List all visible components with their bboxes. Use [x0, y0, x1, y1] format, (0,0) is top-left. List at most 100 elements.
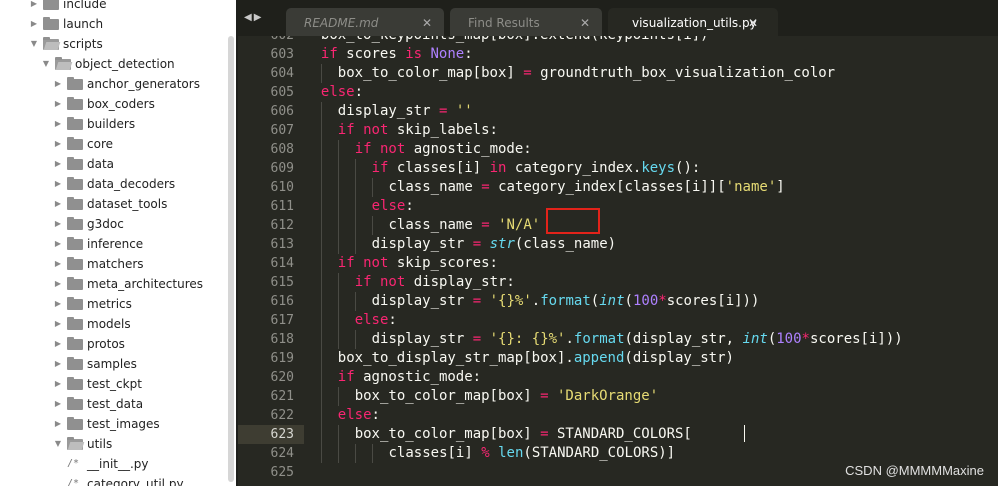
tree-folder-item[interactable]: ▼ utils	[0, 434, 228, 454]
code-line[interactable]: box_to_color_map[box] = 'DarkOrange'	[355, 387, 658, 406]
chevron-right-icon[interactable]: ▶	[53, 334, 63, 354]
tree-folder-item[interactable]: ▶ launch	[0, 14, 228, 34]
indent-guide	[354, 197, 356, 216]
tree-folder-item[interactable]: ▶ protos	[0, 334, 228, 354]
tree-folder-item[interactable]: ▶ core	[0, 134, 228, 154]
tree-folder-item[interactable]: ▶ dataset_tools	[0, 194, 228, 214]
sidebar-scrollbar[interactable]	[228, 36, 234, 482]
tree-folder-item[interactable]: ▶ g3doc	[0, 214, 228, 234]
tree-folder-item[interactable]: ▶ data	[0, 154, 228, 174]
tree-folder-item[interactable]: ▼ scripts	[0, 34, 228, 54]
indent-guide	[320, 330, 322, 349]
code-line[interactable]: if not agnostic_mode:	[355, 140, 532, 159]
chevron-right-icon[interactable]: ▶	[53, 214, 63, 234]
code-line[interactable]: else:	[338, 406, 380, 425]
chevron-right-icon[interactable]: ▶	[53, 394, 63, 414]
code-token: 'name'	[725, 179, 777, 195]
chevron-right-icon[interactable]: ▶	[29, 14, 39, 34]
tab-nav-arrows[interactable]: ◀▶	[244, 12, 263, 23]
chevron-down-icon[interactable]: ▼	[53, 434, 63, 454]
tree-item-label: utils	[87, 437, 113, 451]
code-line[interactable]: class_name = category_index[classes[i]][…	[389, 178, 785, 197]
code-token: :	[464, 46, 473, 62]
chevron-right-icon[interactable]: ▶	[53, 294, 63, 314]
chevron-right-icon[interactable]: ▶	[29, 0, 39, 14]
indent-guide	[337, 197, 339, 216]
code-token: =	[472, 293, 482, 309]
code-token: (	[590, 293, 600, 309]
tree-folder-item[interactable]: ▶ test_ckpt	[0, 374, 228, 394]
chevron-right-icon[interactable]: ▶	[53, 194, 63, 214]
tree-file-item[interactable]: /* __init__.py	[0, 454, 228, 474]
code-token: scores[i]))	[666, 293, 760, 309]
tree-folder-item[interactable]: ▶ samples	[0, 354, 228, 374]
tree-folder-item[interactable]: ▶ models	[0, 314, 228, 334]
tree-folder-item[interactable]: ▶ data_decoders	[0, 174, 228, 194]
code-line[interactable]: else:	[321, 83, 363, 102]
tab-prev-icon[interactable]: ◀	[244, 12, 254, 23]
code-line[interactable]: box_to_color_map[box] = groundtruth_box_…	[338, 64, 835, 83]
code-token: (display_str)	[624, 350, 734, 366]
code-line[interactable]: if classes[i] in category_index.keys():	[372, 159, 701, 178]
tab-next-icon[interactable]: ▶	[254, 12, 264, 23]
chevron-right-icon[interactable]: ▶	[53, 74, 63, 94]
chevron-down-icon[interactable]: ▼	[41, 54, 51, 74]
tab-find-results[interactable]: Find Results ✕	[450, 8, 602, 36]
chevron-right-icon[interactable]: ▶	[53, 94, 63, 114]
tree-folder-item[interactable]: ▶ metrics	[0, 294, 228, 314]
chevron-right-icon[interactable]: ▶	[53, 414, 63, 434]
code-token: :	[354, 84, 364, 100]
chevron-right-icon[interactable]: ▶	[53, 314, 63, 334]
code-line[interactable]: display_str = ''	[338, 102, 473, 121]
code-line[interactable]: classes[i] % len(STANDARD_COLORS)]	[389, 444, 676, 463]
code-token: int	[742, 331, 768, 347]
chevron-right-icon[interactable]: ▶	[53, 354, 63, 374]
indent-guide	[320, 178, 322, 197]
chevron-down-icon[interactable]: ▼	[29, 34, 39, 54]
code-line[interactable]: else:	[355, 311, 397, 330]
chevron-right-icon[interactable]: ▶	[53, 174, 63, 194]
close-icon[interactable]: ✕	[580, 8, 590, 38]
code-token: :	[371, 407, 380, 423]
code-token: category_index[classes[i]][	[489, 179, 726, 195]
chevron-right-icon[interactable]: ▶	[53, 254, 63, 274]
code-line[interactable]: if agnostic_mode:	[338, 368, 481, 387]
close-icon[interactable]: ✕	[422, 8, 432, 38]
code-line[interactable]: if not skip_scores:	[338, 254, 498, 273]
code-line[interactable]: if scores is None:	[321, 45, 473, 64]
code-line[interactable]: class_name = 'N/A'	[389, 216, 541, 235]
chevron-right-icon[interactable]: ▶	[53, 274, 63, 294]
tree-folder-item[interactable]: ▶ builders	[0, 114, 228, 134]
tree-folder-item[interactable]: ▶ meta_architectures	[0, 274, 228, 294]
chevron-right-icon[interactable]: ▶	[53, 134, 63, 154]
code-line[interactable]: if not display_str:	[355, 273, 515, 292]
code-line[interactable]: else:	[372, 197, 414, 216]
tree-folder-item[interactable]: ▼ object_detection	[0, 54, 228, 74]
code-token: box_to_color_map[box]	[354, 426, 541, 442]
close-icon[interactable]: ✕	[748, 8, 758, 38]
code-token: .	[531, 293, 541, 309]
chevron-right-icon[interactable]: ▶	[53, 234, 63, 254]
tree-folder-item[interactable]: ▶ box_coders	[0, 94, 228, 114]
chevron-right-icon[interactable]: ▶	[53, 114, 63, 134]
tab-visualization-utils[interactable]: visualization_utils.py ✕	[608, 8, 778, 36]
code-line[interactable]: if not skip_labels:	[338, 121, 498, 140]
tree-folder-item[interactable]: ▶ test_data	[0, 394, 228, 414]
code-line[interactable]: display_str = str(class_name)	[372, 235, 616, 254]
code-line[interactable]: display_str = '{}: {}%'.format(display_s…	[372, 330, 903, 349]
tree-file-item[interactable]: /* category_util.py	[0, 474, 228, 486]
chevron-right-icon[interactable]: ▶	[53, 154, 63, 174]
tree-folder-item[interactable]: ▶ anchor_generators	[0, 74, 228, 94]
tree-folder-item[interactable]: ▶ matchers	[0, 254, 228, 274]
code-editor[interactable]: 602 603 604 605 606 607 608 609 610 611 612 613 614 6…	[238, 36, 998, 486]
code-line[interactable]: box_to_color_map[box] = STANDARD_COLORS[	[355, 425, 692, 444]
tab-readme[interactable]: README.md ✕	[286, 8, 444, 36]
code-line[interactable]: display_str = '{}%'.format(int(100*score…	[372, 292, 760, 311]
tree-folder-item[interactable]: ▶ include	[0, 0, 228, 14]
chevron-right-icon[interactable]: ▶	[53, 374, 63, 394]
code-line[interactable]: box_to_display_str_map[box].append(displ…	[338, 349, 734, 368]
tree-folder-item[interactable]: ▶ inference	[0, 234, 228, 254]
code-line[interactable]: box_to_keypoints_map[box].extend(keypoin…	[321, 36, 709, 45]
tree-folder-item[interactable]: ▶ test_images	[0, 414, 228, 434]
